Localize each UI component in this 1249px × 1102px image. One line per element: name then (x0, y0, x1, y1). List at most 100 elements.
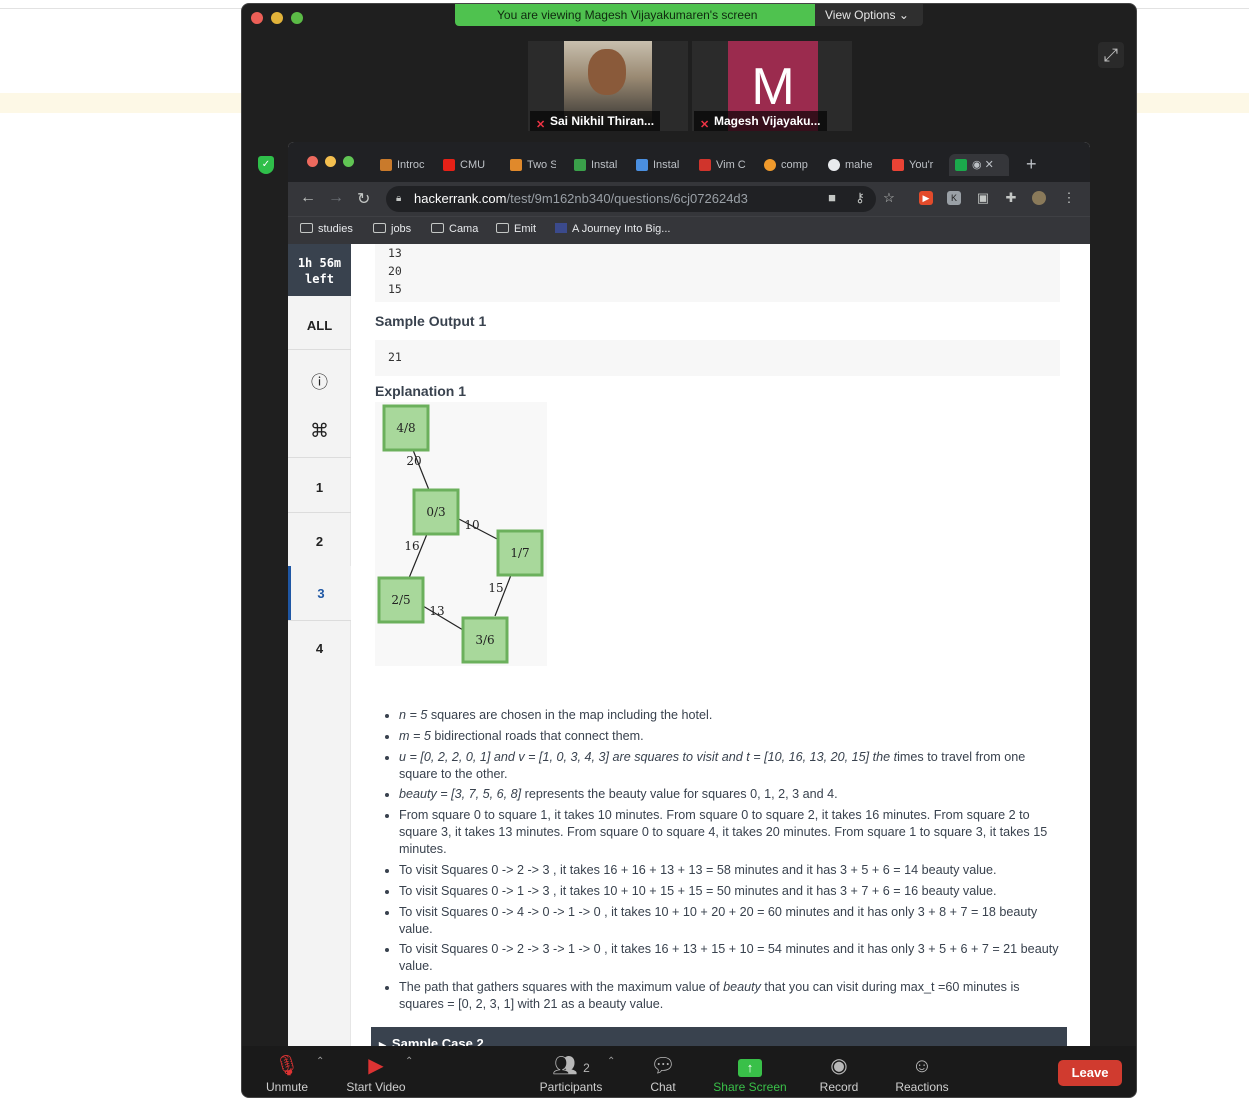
edge-label: 16 (404, 539, 419, 553)
fullscreen-icon[interactable]: ⤢ (1098, 42, 1124, 68)
info-icon[interactable]: ⓘ (288, 368, 351, 393)
nav-question-1[interactable]: 1 (288, 480, 351, 495)
divider (288, 620, 351, 621)
nav-question-3[interactable]: 3 (288, 566, 351, 620)
leave-button[interactable]: Leave (1058, 1060, 1122, 1086)
tab[interactable]: Introc (380, 154, 428, 176)
view-options-label: View Options (825, 8, 896, 22)
list-item: To visit Squares 0 -> 1 -> 3 , it takes … (399, 883, 1064, 900)
chat-button[interactable]: 💬︎ Chat (618, 1052, 708, 1094)
bookmark-journey[interactable]: A Journey Into Big... (555, 223, 670, 235)
view-options-button[interactable]: View Options ⌄ (815, 4, 923, 26)
tab[interactable]: comp (764, 154, 814, 176)
key-icon[interactable]: ⚷ (853, 191, 867, 205)
input-line: 20 (388, 264, 402, 278)
sample-input-box: 13 20 15 (375, 244, 1060, 302)
explanation-title: Explanation 1 (375, 383, 467, 399)
share-screen-button[interactable]: ↑ Share Screen (705, 1052, 795, 1094)
folder-icon (431, 223, 444, 233)
extension-icon[interactable]: ▶ (919, 191, 933, 205)
extension-icon[interactable]: K (947, 191, 961, 205)
tab[interactable]: Instal (574, 154, 622, 176)
close-window-button[interactable] (251, 12, 263, 24)
browser-maximize-button[interactable] (343, 156, 354, 167)
bookmark-emit[interactable]: Emit (496, 223, 536, 235)
tab[interactable]: Instal (636, 154, 684, 176)
star-icon[interactable]: ☆ (882, 191, 896, 205)
tab[interactable]: You'r (892, 154, 942, 176)
node-label: 3/6 (475, 633, 494, 647)
divider (288, 457, 351, 458)
new-tab-button[interactable]: + (1026, 154, 1037, 175)
menu-icon[interactable]: ⋮ (1062, 191, 1076, 205)
folder-icon (373, 223, 386, 233)
forward-icon[interactable]: → (328, 189, 344, 207)
node-label: 1/7 (510, 546, 529, 560)
input-line: 13 (388, 246, 402, 260)
nav-question-4[interactable]: 4 (288, 641, 351, 656)
command-icon[interactable]: ⌘ (288, 420, 351, 443)
save-icon[interactable]: ▣ (976, 191, 990, 205)
recording-icon: ◉ (972, 159, 982, 171)
list-item: u = [0, 2, 2, 0, 1] and v = [1, 0, 3, 4,… (399, 749, 1064, 783)
close-icon[interactable]: ✕ (985, 159, 994, 171)
sample-output-box: 21 (375, 340, 1060, 376)
share-screen-icon: ↑ (705, 1052, 795, 1080)
reactions-button[interactable]: ☺ Reactions (877, 1052, 967, 1094)
graph-svg: 4/8 0/3 1/7 2/5 3/6 20 10 16 15 13 (377, 404, 544, 664)
camera-icon[interactable]: ■ (825, 191, 839, 205)
chat-icon: 💬︎ (650, 1055, 676, 1077)
chevron-up-icon[interactable]: ⌃ (316, 1056, 324, 1067)
sample-case-2-header[interactable]: ▶ Sample Case 2 (371, 1027, 1067, 1046)
tab[interactable]: CMU (443, 154, 493, 176)
browser-minimize-button[interactable] (325, 156, 336, 167)
participant-tile[interactable]: ✕ Sai Nikhil Thiran... (528, 41, 688, 131)
active-tab[interactable]: ◉ ✕ (949, 154, 1009, 176)
browser-window: Introc CMU Two S Instal Instal Vim C com… (288, 142, 1090, 1046)
divider (288, 349, 351, 350)
maximize-window-button[interactable] (291, 12, 303, 24)
record-icon: ◉ (830, 1055, 848, 1077)
participant-name: ✕ Magesh Vijayaku... (694, 111, 827, 131)
list-item: beauty = [3, 7, 5, 6, 8] represents the … (399, 786, 1064, 803)
tab[interactable]: Two S (510, 154, 556, 176)
zoom-control-bar: 🎙︎ Unmute ⌃ ▶︎ Start Video ⌃ 👥︎ 2 Participa… (242, 1046, 1136, 1097)
bookmark-studies[interactable]: studies (300, 223, 353, 235)
list-item: To visit Squares 0 -> 2 -> 3 , it takes … (399, 862, 1064, 879)
minimize-window-button[interactable] (271, 12, 283, 24)
edge-label: 15 (488, 581, 503, 595)
tab-bar: Introc CMU Two S Instal Instal Vim C com… (288, 142, 1090, 182)
chevron-up-icon[interactable]: ⌃ (405, 1056, 413, 1067)
nav-all[interactable]: ALL (288, 318, 351, 333)
address-bar[interactable]: 🔒︎ hackerrank.com/test/9m162nb340/questi… (386, 186, 876, 212)
record-button[interactable]: ◉ Record (794, 1052, 884, 1094)
node-label: 2/5 (391, 593, 410, 607)
participant-tile[interactable]: M ✕ Magesh Vijayaku... (692, 41, 852, 131)
profile-avatar[interactable] (1032, 191, 1046, 205)
timer: 1h 56m left (288, 244, 351, 296)
screen-share-banner: You are viewing Magesh Vijayakumaren's s… (455, 4, 815, 26)
puzzle-icon[interactable]: ✚ (1004, 191, 1018, 205)
tab[interactable]: mahe (828, 154, 878, 176)
bookmarks-bar: studies jobs Cama Emit A Journey Into Bi… (288, 216, 1090, 244)
bookmark-jobs[interactable]: jobs (373, 223, 411, 235)
participant-face (588, 49, 626, 95)
nav-question-2[interactable]: 2 (288, 534, 351, 549)
tab[interactable]: Vim C (699, 154, 749, 176)
back-icon[interactable]: ← (300, 189, 316, 207)
list-item: The path that gathers squares with the m… (399, 979, 1064, 1013)
browser-toolbar: ← → ↻ 🔒︎ hackerrank.com/test/9m162nb340/… (288, 182, 1090, 216)
divider (288, 512, 351, 513)
participants-button[interactable]: 👥︎ 2 Participants (526, 1052, 616, 1094)
folder-icon (496, 223, 509, 233)
list-item: From square 0 to square 1, it takes 10 m… (399, 807, 1064, 858)
lock-icon: 🔒︎ (396, 193, 402, 204)
chevron-up-icon[interactable]: ⌃ (607, 1056, 615, 1067)
browser-close-button[interactable] (307, 156, 318, 167)
bookmark-cama[interactable]: Cama (431, 223, 478, 235)
node-label: 4/8 (396, 421, 415, 435)
chevron-down-icon: ⌄ (898, 8, 909, 22)
reload-icon[interactable]: ↻ (357, 189, 370, 209)
muted-mic-icon: ✕ (700, 119, 710, 131)
sample-output-title: Sample Output 1 (375, 313, 487, 329)
